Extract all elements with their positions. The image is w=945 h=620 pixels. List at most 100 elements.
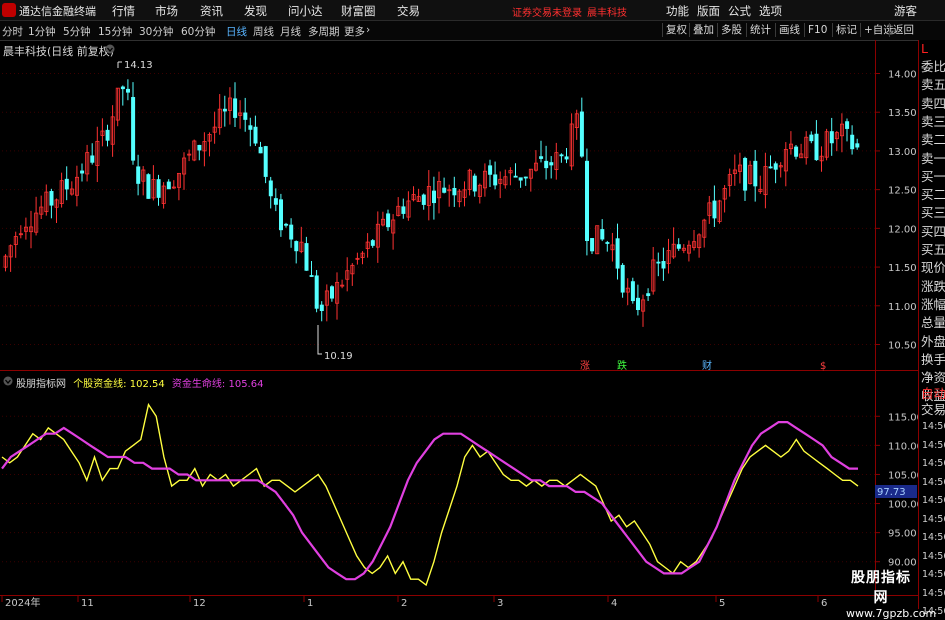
price-tick-label: 14.00 (888, 69, 917, 80)
side-time: 14:56 (922, 569, 945, 580)
watermark-title: 股朋指标网 (851, 570, 911, 606)
event-label-dollar: $ (820, 361, 826, 372)
side-top-label[interactable]: L (921, 42, 928, 56)
event-label-fall: 跌 (617, 359, 627, 372)
candle-body (253, 126, 258, 144)
main-price-axis: 10.50 11.00 11.50 12.00 12.50 13.00 13.50 14.00 (875, 69, 917, 352)
candle-body (90, 155, 95, 163)
candle-body (49, 191, 54, 206)
candle-body (636, 297, 641, 311)
candle-body (661, 261, 666, 269)
candle-body (600, 229, 605, 240)
candle-body (539, 156, 544, 159)
candle-body (386, 213, 391, 228)
candle-body (263, 146, 268, 177)
candle-body (845, 121, 850, 129)
high-price-label: 14.13 (124, 60, 153, 71)
side-time: 14:56 (922, 532, 945, 543)
side-item[interactable]: 净资 (921, 371, 945, 385)
candle-body (712, 200, 717, 219)
date-tick-label: 11 (81, 598, 94, 609)
candle-body (493, 174, 498, 186)
side-item[interactable]: 现价 (921, 261, 945, 275)
candle-body (809, 134, 814, 142)
event-label-rise: 涨 (580, 360, 590, 372)
candle-body (284, 223, 289, 226)
price-tick-label: 12.00 (888, 224, 917, 235)
side-item[interactable]: 卖四 (921, 96, 945, 111)
side-item[interactable]: 委比 (921, 60, 945, 74)
candle-body (442, 187, 447, 193)
candle-body (370, 240, 375, 246)
candle-body (401, 206, 406, 214)
chart-area[interactable]: 10.50 11.00 11.50 12.00 12.50 13.00 13.50 14.00… (0, 0, 918, 609)
candle-body (590, 238, 595, 252)
candle-body (105, 129, 110, 141)
candle-body (773, 163, 778, 170)
candle-body (549, 162, 554, 166)
candle-body (452, 187, 457, 196)
side-item[interactable]: 卖三 (921, 114, 945, 129)
candle-body (136, 166, 141, 184)
side-item[interactable]: 涨幅 (921, 297, 945, 312)
side-item[interactable]: 总量 (921, 316, 945, 330)
candle-body (314, 275, 319, 309)
side-item[interactable]: 买三 (921, 206, 945, 220)
side-item[interactable]: 买五 (921, 243, 945, 257)
candle-body (126, 88, 131, 93)
side-item[interactable]: 卖一 (921, 151, 945, 166)
candle-body (421, 194, 426, 205)
side-item[interactable]: 卖二 (921, 133, 945, 147)
candle-body (289, 224, 294, 240)
indicator-tick-label: 110.00 (888, 441, 918, 452)
candle-body (768, 166, 773, 169)
indicator-grid (0, 371, 918, 596)
side-auto[interactable]: 自动 (921, 387, 945, 401)
candle-body (80, 170, 85, 174)
candlestick-series (3, 79, 860, 327)
candle-body (304, 243, 309, 271)
candle-body (156, 179, 161, 198)
price-tick-label: 10.50 (888, 341, 917, 352)
candle-body (585, 160, 590, 241)
side-item[interactable]: 涨跌 (921, 279, 945, 294)
indicator-name: 股朋指标网 (16, 379, 66, 390)
price-tick-label: 13.00 (888, 147, 917, 158)
candle-body (615, 238, 620, 269)
side-item[interactable]: 外盘 (921, 334, 945, 349)
side-time: 14:56 (922, 439, 945, 451)
indicator-line1-label: 个股资金线: 102.54 (73, 379, 165, 390)
side-item[interactable]: 买一 (921, 169, 945, 184)
candle-body (273, 198, 278, 205)
candle-body (233, 98, 238, 118)
side-item[interactable]: 换手 (921, 352, 945, 367)
candle-body (222, 108, 227, 112)
candle-body (814, 133, 819, 161)
date-tick-label: 4 (611, 598, 617, 609)
candle-body (488, 165, 493, 175)
indicator-tick-label: 115.00 (888, 412, 918, 423)
side-time: 14:56 (922, 550, 945, 562)
side-trade[interactable]: 交易 (921, 403, 945, 417)
candle-body (513, 175, 518, 178)
side-item[interactable]: 卖五 (921, 78, 945, 92)
candle-body (855, 143, 860, 148)
indicator-line2-label: 资金生命线: 105.64 (171, 379, 264, 390)
indicator-tick-label: 105.00 (888, 470, 918, 481)
candle-body (646, 293, 651, 297)
candle-body (197, 144, 202, 151)
candle-body (329, 286, 334, 299)
side-item[interactable]: 买二 (921, 188, 945, 202)
side-item[interactable]: 买四 (921, 224, 945, 239)
candle-body (64, 178, 69, 190)
quote-side-panel: L 委比 卖五 卖四 卖三 卖二 卖一 买一 买二 买三 买四 买五 现价 涨跌 涨幅 总量 外盘 换手 净资 收益… (918, 40, 945, 617)
candle-body (559, 154, 564, 157)
candle-body (620, 264, 625, 293)
date-tick-label: 3 (497, 598, 503, 609)
candle-body (656, 261, 661, 264)
candle-body (630, 281, 635, 302)
candle-body (131, 97, 136, 161)
indicator-tick-label: 95.00 (888, 529, 917, 540)
price-tick-label: 11.00 (888, 302, 917, 313)
date-tick-label: 12 (193, 598, 206, 609)
